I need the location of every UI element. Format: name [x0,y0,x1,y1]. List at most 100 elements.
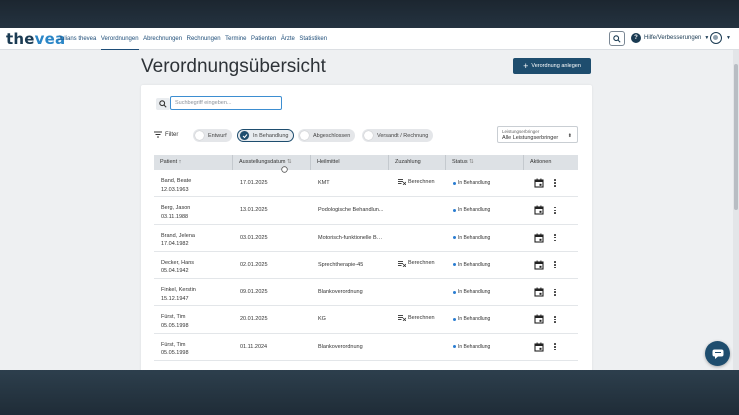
provider-select[interactable]: Leistungserbringer Alle Leistungserbring… [497,126,578,143]
filter-icon [154,131,162,138]
calendar-icon[interactable] [534,314,544,325]
table-row[interactable]: Fürst, Tim 05.05.1998 20.01.2025 KG Berechne… [154,306,578,334]
filter-chip-abgeschlossen[interactable]: Abgeschlossen [298,129,356,142]
sort-icon: ⇅ [469,159,474,165]
patient-name: Decker, Hans [161,259,195,266]
patient-cell: Finkel, Kerstin 15.12.1947 [161,286,196,303]
scrollbar-thumb[interactable] [734,64,738,210]
status-dot-icon [453,317,456,321]
screen-top-frame [0,0,739,28]
zuzahlung-label: Berechnen [408,260,435,267]
sort-up-icon: ↑ [178,159,182,165]
patient-dob: 05.05.1998 [161,322,189,329]
zuzahlung-label: Berechnen [408,314,435,321]
filter-chip-versandt[interactable]: Versandt / Rechnung [362,129,434,142]
column-header-patient[interactable]: Patient ↑ [154,155,233,170]
page-scrollbar[interactable] [733,50,739,370]
status-badge: In Behandlung [453,316,490,322]
patient-dob: 03.11.1988 [161,213,189,220]
nav-link-statistiken[interactable]: Statistiken [299,28,327,50]
remedy-cell: KG [318,316,326,323]
more-options-icon[interactable] [551,314,559,324]
issue-date: 02.01.2025 [240,261,268,268]
chevron-down-icon[interactable]: ▼ [726,35,731,41]
more-options-icon[interactable] [551,342,559,352]
help-icon: ? [631,33,641,43]
status-badge: In Behandlung [453,289,490,295]
status-label: In Behandlung [458,289,491,296]
sort-caret-icon: ⬍ [567,133,572,139]
more-options-icon[interactable] [551,233,559,243]
remedy-cell: Blankoverordnung [318,289,363,296]
column-header-status[interactable]: Status ⇅ [446,155,524,170]
logo-text-a: the [6,30,35,48]
nav-link-termine[interactable]: Termine [225,28,246,50]
chat-button[interactable] [705,341,730,366]
table-row[interactable]: Fürst, Tim 05.05.1998 01.11.2024 Blankovero… [154,334,578,362]
add-verordnung-button[interactable]: + Verordnung anlegen [513,58,591,74]
nav-link-patienten[interactable]: Patienten [251,28,276,50]
search-icon [159,100,167,108]
nav-links: Julians thevea Verordnungen Abrechnungen… [58,28,332,50]
status-badge: In Behandlung [453,344,490,350]
nav-link-rechnungen[interactable]: Rechnungen [187,28,221,50]
patient-dob: 05.04.1942 [161,268,189,275]
more-options-icon[interactable] [551,178,559,188]
table-row[interactable]: Band, Beate 12.03.1963 17.01.2025 KMT Berech… [154,170,578,198]
mouse-cursor-icon [281,166,288,173]
nav-link-aerzte[interactable]: Ärzte [281,28,295,50]
calendar-icon[interactable] [534,233,544,243]
more-options-icon[interactable] [551,205,559,215]
calendar-icon[interactable] [534,178,544,188]
nav-link-home[interactable]: Julians thevea [58,28,96,50]
issue-date: 17.01.2025 [240,180,268,186]
remedy-cell: Motorisch-funktionelle Be... [318,234,384,241]
calendar-icon[interactable] [534,260,544,270]
patient-cell: Berg, Jason 03.11.1988 [161,204,190,221]
status-dot-icon [453,345,456,349]
filter-label: Filter [165,131,179,138]
nav-link-abrechnungen[interactable]: Abrechnungen [143,28,182,50]
table-row[interactable]: Berg, Jason 03.11.1988 13.01.2025 Podologis… [154,197,578,225]
status-label: In Behandlung [458,343,491,350]
filter-chip-entwurf[interactable]: Entwurf [193,129,232,142]
status-label: In Behandlung [458,207,491,214]
table-row[interactable]: Brand, Jelena 17.04.1982 03.01.2025 Motoris… [154,225,578,252]
top-navigation: thevea Julians thevea Verordnungen Abrec… [0,28,739,50]
patient-cell: Fürst, Tim 05.05.1998 [161,313,189,330]
user-avatar[interactable] [710,32,722,44]
toggle-knob [364,131,373,140]
toggle-knob [195,131,204,140]
patient-dob: 15.12.1947 [161,295,189,302]
patient-cell: Decker, Hans 05.04.1942 [161,259,194,276]
help-menu[interactable]: ? Hilfe/Verbesserungen ▼ [631,33,709,43]
chip-label: Entwurf [208,132,227,139]
calculate-icon [398,315,406,322]
zuzahlung-berechnen[interactable]: Berechnen [398,178,435,185]
search-input[interactable] [170,96,282,110]
issue-date: 20.01.2025 [240,316,268,323]
filter-chip-in-behandlung[interactable]: In Behandlung [237,129,295,142]
calendar-icon[interactable] [534,342,544,352]
more-options-icon[interactable] [551,260,559,270]
status-dot-icon [453,236,456,240]
table-header: Patient ↑ Ausstellungsdatum ⇅ Heilmittel… [154,155,578,170]
calendar-icon[interactable] [534,205,544,215]
nav-link-verordnungen[interactable]: Verordnungen [100,28,139,50]
more-options-icon[interactable] [551,287,559,297]
thevea-logo[interactable]: thevea [6,30,65,48]
table-row[interactable]: Decker, Hans 05.04.1942 02.01.2025 Sprechth… [154,252,578,280]
calculate-icon [398,179,406,185]
table-row[interactable]: Finkel, Kerstin 15.12.1947 09.01.2025 Blank… [154,279,578,307]
zuzahlung-berechnen[interactable]: Berechnen [398,260,435,267]
patient-cell: Brand, Jelena 17.04.1982 [161,232,195,249]
patient-name: Finkel, Kerstin [161,287,196,294]
filter-button[interactable]: Filter [154,131,178,138]
column-header-date[interactable]: Ausstellungsdatum ⇅ [233,155,311,170]
chip-label: In Behandlung [253,132,289,139]
calendar-icon[interactable] [534,287,544,297]
provider-select-label: Leistungserbringer [502,129,540,134]
zuzahlung-berechnen[interactable]: Berechnen [398,314,435,322]
status-badge: In Behandlung [453,207,490,213]
nav-search-button[interactable] [609,31,625,46]
